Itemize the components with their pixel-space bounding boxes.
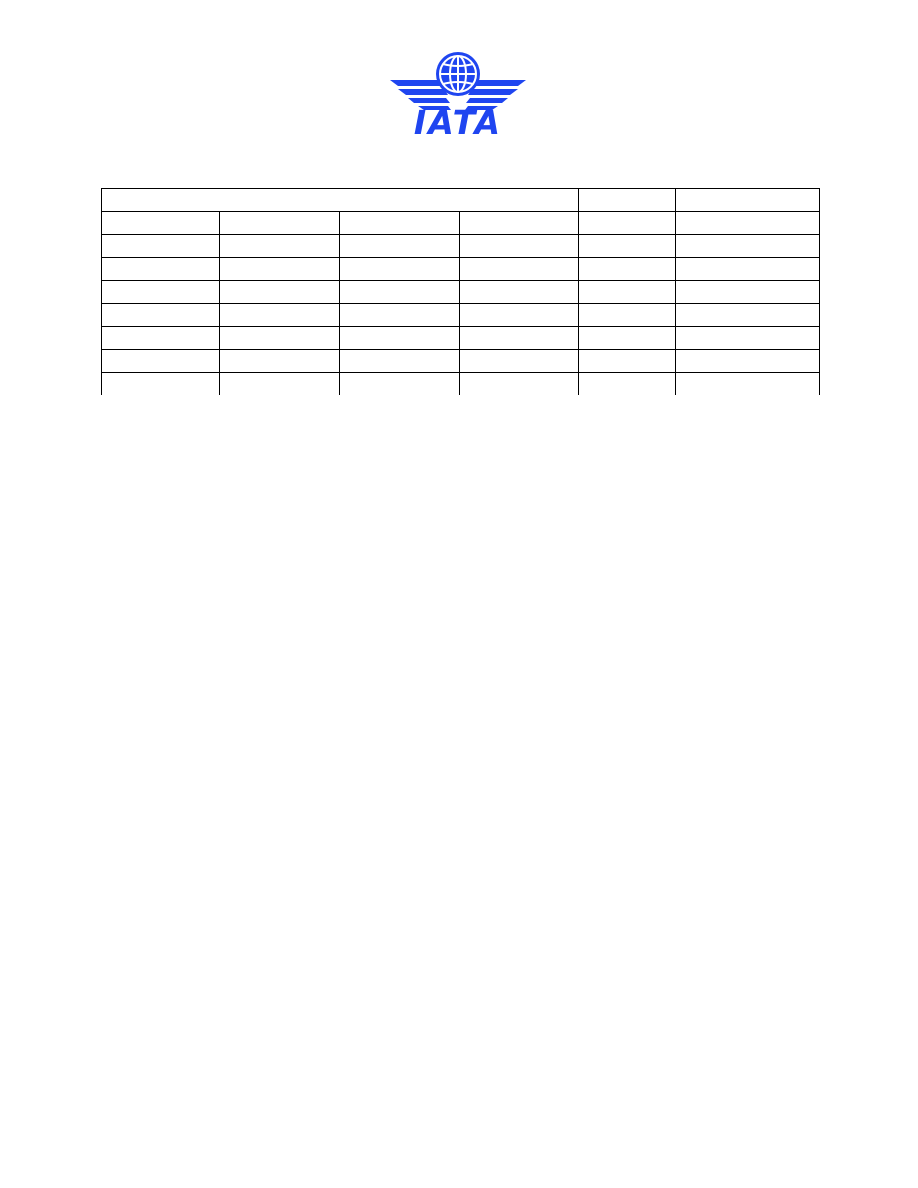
table-cell xyxy=(219,326,340,350)
table-cell xyxy=(459,326,579,350)
table-cell xyxy=(578,303,676,327)
table-cell xyxy=(578,372,676,395)
table-cell xyxy=(675,211,820,235)
table-cell xyxy=(339,326,460,350)
table-cell xyxy=(101,372,220,395)
table-row xyxy=(101,257,820,281)
table-row xyxy=(101,303,820,327)
table-row xyxy=(101,372,820,395)
table-cell xyxy=(675,280,820,304)
table-cell xyxy=(339,257,460,281)
table-cell xyxy=(675,257,820,281)
table-cell xyxy=(219,211,340,235)
table-cell xyxy=(675,303,820,327)
table-cell xyxy=(578,234,676,258)
table-cell xyxy=(219,280,340,304)
table-cell xyxy=(675,234,820,258)
table-cell xyxy=(675,188,820,212)
blank-form-table xyxy=(101,188,820,395)
table-cell xyxy=(101,234,220,258)
table-cell xyxy=(219,257,340,281)
table-cell xyxy=(459,257,579,281)
document-page: IATA xyxy=(0,0,918,1188)
table-cell xyxy=(339,303,460,327)
table-cell xyxy=(675,372,820,395)
table-row xyxy=(101,349,820,373)
table-cell xyxy=(101,188,579,212)
table-cell xyxy=(459,280,579,304)
table-cell xyxy=(578,280,676,304)
table-cell xyxy=(675,349,820,373)
table-cell xyxy=(578,326,676,350)
table-cell xyxy=(101,257,220,281)
table-cell xyxy=(101,326,220,350)
table-cell xyxy=(339,234,460,258)
table-cell xyxy=(101,349,220,373)
table-cell xyxy=(578,211,676,235)
globe-wings-icon xyxy=(390,52,526,110)
table-cell xyxy=(459,211,579,235)
table-cell xyxy=(459,349,579,373)
table-header-row xyxy=(101,188,820,212)
table-row xyxy=(101,234,820,258)
table-cell xyxy=(101,303,220,327)
table-row xyxy=(101,280,820,304)
table-cell xyxy=(219,372,340,395)
table-cell xyxy=(339,372,460,395)
table-cell xyxy=(219,234,340,258)
iata-logo: IATA xyxy=(388,50,528,142)
logo-wordmark: IATA xyxy=(413,103,503,142)
table-cell xyxy=(101,211,220,235)
table-cell xyxy=(578,349,676,373)
table-cell xyxy=(578,257,676,281)
table-cell xyxy=(578,188,676,212)
table-cell xyxy=(219,303,340,327)
table-row xyxy=(101,211,820,235)
table-cell xyxy=(219,349,340,373)
table-cell xyxy=(339,349,460,373)
table-cell xyxy=(675,326,820,350)
table-cell xyxy=(459,303,579,327)
table-row xyxy=(101,326,820,350)
table-cell xyxy=(101,280,220,304)
table-cell xyxy=(459,234,579,258)
table-cell xyxy=(339,280,460,304)
table-cell xyxy=(339,211,460,235)
table-cell xyxy=(459,372,579,395)
